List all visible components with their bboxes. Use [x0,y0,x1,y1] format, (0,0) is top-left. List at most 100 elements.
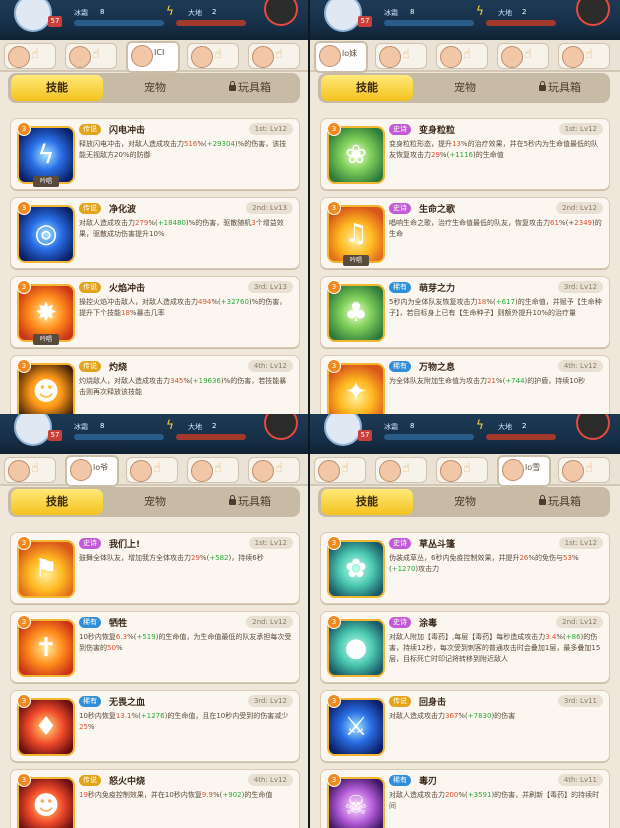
hero-tab[interactable]: ☝ [126,457,178,483]
skill-glyph-icon: ♣ [344,298,368,328]
skill-card[interactable]: 3 ● 史诗 涂毒 2nd: Lv12 对敌人附加【毒药】,每层【毒药】每秒造成攻击力3.… [320,611,610,683]
hero-tab[interactable]: ☝ [65,43,117,69]
hero-tab[interactable]: ☝ [187,43,239,69]
tab-toybox[interactable]: 玩具箱 [204,489,296,515]
desc-segment: 10秒内恢复 [79,633,116,641]
skill-name: 涂毒 [419,619,438,629]
skill-card[interactable]: 3 ✝ 稀有 牺牲 2nd: Lv12 10秒内恢复6.3%(+519)的生命值，为生命值… [10,611,300,683]
hand-pointer-icon: ☝ [31,47,39,62]
hero-tab[interactable]: ☝ [314,457,366,483]
lock-icon [539,81,546,91]
hero-tab[interactable]: ☝ [248,43,300,69]
hero-tab[interactable]: lo爷 [65,455,119,487]
lightning-icon: ϟ [166,4,174,18]
skill-level: 2nd: Lv12 [246,616,293,628]
skill-card[interactable]: 3 ☻ 传说 怒火中烧 4th: Lv12 19秒内免疫控制效果，并在10秒内恢复9.9%… [10,769,300,828]
hero-selector-row: lo妹 ☝ ☝ ☝ ☝ [310,40,620,73]
desc-segment: %( [458,791,468,799]
frost-value: 8 [410,422,415,430]
earth-label: 大地 [498,9,512,17]
hero-tab[interactable]: ☝ [436,457,488,483]
hand-pointer-icon: ☝ [463,47,471,62]
skill-card[interactable]: 3 ♣ 稀有 萌芽之力 3rd: Lv12 5秒内为全体队友恢复攻击力18%(+617)的… [320,276,610,348]
hero-tab[interactable]: ☝ [558,43,610,69]
skill-card[interactable]: 3 ❀ 史诗 变身粒粒 1st: Lv12 变身粒粒形态，提升13%的治疗效果，并在5秒内… [320,118,610,190]
desc-segment: 对敌人造成攻击力 [389,791,445,799]
hero-tab[interactable]: lo妹 [314,41,368,73]
hero-name: ICI [154,48,165,57]
earth-value: 2 [212,8,217,16]
skill-glyph-icon: ☻ [32,377,60,407]
tab-pets[interactable]: 宠物 [110,489,200,515]
skill-description: 灼烧敌人，对敌人造成攻击力345%(+19636)%的伤害，若技能暴击则再次释放… [79,376,293,398]
tab-pets[interactable]: 宠物 [110,75,200,101]
skill-card[interactable]: 3 ⚑ 史诗 我们上! 1st: Lv12 鼓舞全体队友，增加我方全体攻击力29%(+58… [10,532,300,604]
skill-card[interactable]: 3 ☠ 稀有 毒刃 4th: Lv11 对敌人造成攻击力200%(+3591)的伤害，并刷… [320,769,610,828]
skill-card[interactable]: 3 ✿ 史诗 草丛斗篷 1st: Lv12 伪装成草丛，6秒内免疫控制效果，并提升26%的… [320,532,610,604]
hero-tab[interactable]: ☝ [436,43,488,69]
skill-name: 我们上! [109,540,141,550]
hero-tab[interactable]: ☝ [558,457,610,483]
desc-segment: 279 [135,219,149,227]
hero-tab[interactable]: ☝ [187,457,239,483]
desc-segment: 6.3 [115,633,128,641]
skill-card[interactable]: 3 ☻ 传说 灼烧 4th: Lv12 灼烧敌人，对敌人造成攻击力345%(+19636)… [10,355,300,414]
hero-avatar [379,460,401,482]
skill-level: 4th: Lv11 [557,774,603,786]
lightning-icon: ϟ [476,4,484,18]
earth-bar [486,20,556,26]
skill-name: 闪电冲击 [109,126,146,136]
desc-segment: 秒内免疫控制效果，并在10秒内恢复 [87,791,202,799]
hero-tab[interactable]: lo雪 [497,455,551,487]
skill-card[interactable]: 3 ✦ 稀有 万物之息 4th: Lv12 为全体队友附加生命值为攻击力21%(+744)… [320,355,610,414]
desc-segment: +582 [209,554,229,562]
hero-selector-row: ☝ lo爷 ☝ ☝ ☝ [0,454,308,487]
hero-tab[interactable]: ☝ [4,43,56,69]
skill-card[interactable]: 3 ✸ 吟唱 传说 火焰冲击 3rd: Lv13 操控火焰冲击敌人，对敌人造成攻击力494%… [10,276,300,348]
tab-skills[interactable]: 技能 [11,75,103,101]
hero-tab[interactable]: ☝ [4,457,56,483]
earth-value: 2 [522,422,527,430]
desc-segment: )的生命值 [241,791,273,799]
hand-pointer-icon: ☝ [524,47,532,62]
frost-value: 8 [100,422,105,430]
skill-card[interactable]: 3 ♫ 吟唱 史诗 生命之歌 2nd: Lv12 唱响生命之歌，治疗生命值最低的队友，恢复攻… [320,197,610,269]
desc-segment: 9.9 [201,791,213,799]
skill-card[interactable]: 3 ♦ 稀有 无畏之血 3rd: Lv12 10秒内恢复13.1%(+1276)的生命值，… [10,690,300,762]
desc-segment: % [115,644,123,652]
tab-skills[interactable]: 技能 [321,489,413,515]
desc-segment: %(+ [558,219,575,227]
tab-toybox[interactable]: 玩具箱 [204,75,296,101]
desc-segment: 2349 [574,219,592,227]
hero-avatar [562,46,584,68]
skill-star-badge: 3 [327,536,341,550]
frost-bar [384,20,474,26]
tab-pets[interactable]: 宠物 [420,489,510,515]
desc-segment: % [87,723,95,731]
chant-tag: 吟唱 [343,255,369,266]
tab-skills[interactable]: 技能 [321,75,413,101]
desc-segment: 200 [445,791,459,799]
hero-tab[interactable]: ☝ [248,457,300,483]
desc-segment: )的生命值，且在10秒内受到的伤害减少 [164,712,289,720]
skill-card[interactable]: 3 ϟ 吟唱 传说 闪电冲击 1st: Lv12 释放闪电冲击，对敌人造成攻击力516%(+… [10,118,300,190]
hero-avatar [69,46,91,68]
skill-glyph-icon: ϟ [37,140,55,170]
hero-level-badge: 57 [358,16,372,27]
tab-toybox[interactable]: 玩具箱 [514,75,606,101]
skill-level: 3rd: Lv11 [557,695,603,707]
tab-toybox[interactable]: 玩具箱 [514,489,606,515]
skill-glyph-icon: ⚔ [344,712,368,742]
hero-tab[interactable]: ☝ [497,43,549,69]
hero-tab[interactable]: ☝ [375,457,427,483]
frost-bar [74,20,164,26]
tab-pets[interactable]: 宠物 [420,75,510,101]
hero-tab[interactable]: ICI [126,41,180,73]
skill-card[interactable]: 3 ◎ 传说 净化波 2nd: Lv13 对敌人造成攻击力279%(+18480)%的伤害… [10,197,300,269]
hero-portrait [324,414,362,446]
skill-card[interactable]: 3 ⚔ 传说 回身击 3rd: Lv11 对敌人造成攻击力367%(+7830)的伤害 [320,690,610,762]
rarity-tag: 史诗 [389,617,411,628]
hero-tab[interactable]: ☝ [375,43,427,69]
hand-pointer-icon: ☝ [31,461,39,476]
tab-skills[interactable]: 技能 [11,489,103,515]
